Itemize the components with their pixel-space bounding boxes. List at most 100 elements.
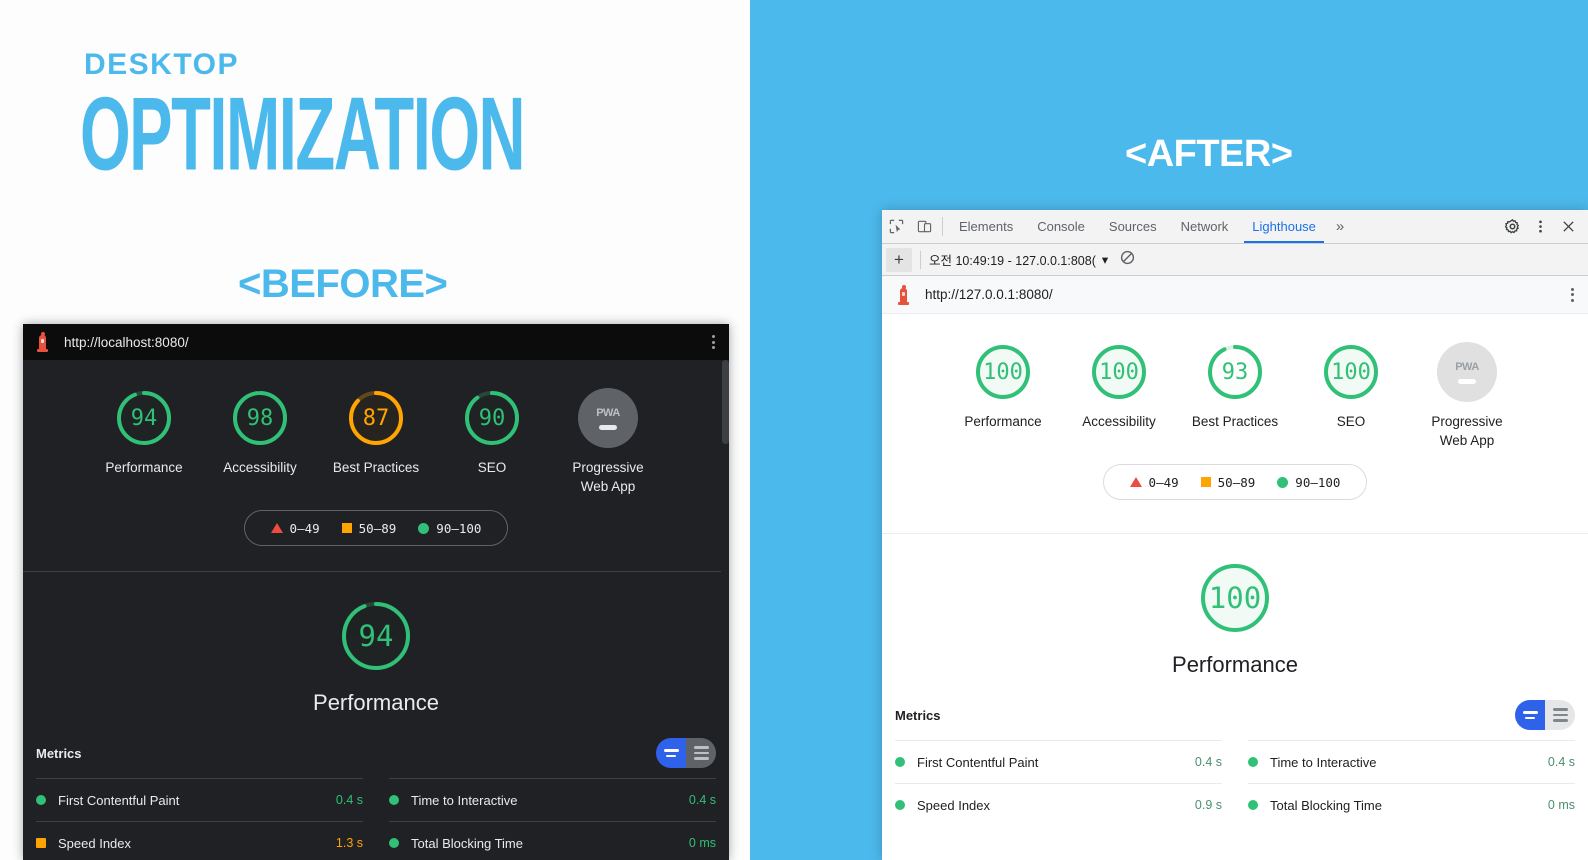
more-options-icon[interactable] [1571,287,1574,302]
status-dot-green [1248,757,1258,767]
list-view-icon[interactable] [686,738,716,768]
gauge-label: Performance [964,414,1042,429]
pwa-dash-icon [599,424,617,430]
gauge-pwa[interactable]: PWA Progressive Web App [562,388,654,496]
score-summary-after: 100 Performance 100 Accessibility 93 Bes… [882,314,1588,534]
status-square-orange [36,838,46,848]
gauge-label: SEO [1336,414,1366,429]
performance-score-value: 100 [1208,581,1262,615]
gauge-seo[interactable]: 100 SEO [1305,342,1397,450]
gear-icon[interactable] [1498,219,1526,234]
gauge-pwa[interactable]: PWA Progressive Web App [1421,342,1513,450]
report-url-bar-before: http://localhost:8080/ [23,324,729,360]
report-url: http://localhost:8080/ [64,334,189,350]
metric-row[interactable]: Time to Interactive 0.4 s [1248,740,1575,783]
metric-value: 0.4 s [335,793,363,807]
tab-elements[interactable]: Elements [947,210,1025,243]
metric-row[interactable]: Speed Index 1.3 s [36,821,363,860]
metric-name: Time to Interactive [1270,754,1377,770]
close-icon[interactable] [1554,219,1582,234]
triangle-icon [1129,477,1142,487]
lighthouse-report-before: http://localhost:8080/ 94 Performance 98… [23,324,729,860]
gauge-value: 87 [362,405,390,431]
score-ring: 94 [114,388,174,448]
legend-range: 50–89 [358,520,397,536]
metric-value: 0.9 s [1194,798,1222,812]
lighthouse-toolbar: + 오전 10:49:19 - 127.0.0.1:808( ▾ [882,244,1588,276]
metric-row[interactable]: First Contentful Paint 0.4 s [36,778,363,821]
status-dot-green [1248,800,1258,810]
report-url-bar-after: http://127.0.0.1:8080/ [882,276,1588,314]
metric-row[interactable]: Total Blocking Time 0 ms [1248,783,1575,826]
more-tabs-icon[interactable]: » [1328,210,1352,243]
pwa-badge: PWA [1437,342,1497,402]
gauge-accessibility[interactable]: 100 Accessibility [1073,342,1165,450]
metrics-title: Metrics [36,745,82,761]
metric-name: First Contentful Paint [58,792,180,808]
gauge-value: 100 [983,359,1023,385]
devtools-tabbar: Elements Console Sources Network Lightho… [882,210,1588,244]
more-options-icon[interactable] [1526,219,1554,234]
metrics-column-left: First Contentful Paint 0.4 s Speed Index… [895,740,1222,826]
circle-icon [418,522,430,534]
new-report-button[interactable]: + [886,247,912,272]
metric-row[interactable]: First Contentful Paint 0.4 s [895,740,1222,783]
device-toolbar-icon[interactable] [910,210,938,243]
scrollbar-track[interactable] [721,360,729,860]
tab-network[interactable]: Network [1169,210,1241,243]
metrics-header-before: Metrics [23,738,729,768]
metrics-view-toggle[interactable] [1515,700,1575,730]
gauge-best-practices[interactable]: 93 Best Practices [1189,342,1281,450]
gauge-label: Accessibility [1082,414,1156,429]
gauge-performance[interactable]: 100 Performance [957,342,1049,450]
legend-range: 90–100 [436,520,482,536]
status-dot-green [895,800,905,810]
gauge-accessibility[interactable]: 98 Accessibility [214,388,306,496]
pwa-dash-icon [1458,378,1476,384]
score-ring: 90 [462,388,522,448]
legend-item-pass: 90–100 [418,521,481,536]
gauge-label: Progressive Web App [572,460,644,494]
more-options-icon[interactable] [712,335,715,349]
report-run-selector[interactable]: 오전 10:49:19 - 127.0.0.1:808( ▾ [929,250,1108,269]
metrics-view-toggle[interactable] [656,738,716,768]
clear-icon[interactable] [1120,250,1135,270]
performance-score-ring: 100 [1197,560,1273,636]
legend-item-fail: 0–49 [1129,474,1179,490]
pwa-badge: PWA [578,388,638,448]
metric-name: Time to Interactive [411,792,518,808]
legend-item-pass: 90–100 [1277,475,1340,490]
triangle-icon [270,523,283,533]
metrics-column-right: Time to Interactive 0.4 s Total Blocking… [389,778,716,860]
pwa-label: PWA [1455,360,1479,373]
metric-name: Total Blocking Time [1270,797,1382,813]
metric-row[interactable]: Total Blocking Time 0 ms [389,821,716,860]
gauge-seo[interactable]: 90 SEO [446,388,538,496]
chevron-down-icon[interactable]: ▾ [1102,252,1108,267]
list-view-icon[interactable] [1545,700,1575,730]
scrollbar-thumb[interactable] [722,360,729,444]
gauge-performance[interactable]: 94 Performance [98,388,190,496]
gauge-label: Progressive Web App [1431,414,1503,448]
lighthouse-icon [896,284,911,305]
gauge-value: 100 [1331,359,1371,385]
inspect-element-icon[interactable] [882,210,910,243]
metric-name: Speed Index [58,835,132,851]
bar-view-icon[interactable] [656,738,686,768]
legend-range: 0–49 [289,520,320,536]
metric-value: 0 ms [1547,798,1575,812]
score-ring: 100 [1321,342,1381,402]
tab-sources[interactable]: Sources [1097,210,1169,243]
status-dot-green [389,795,399,805]
status-dot-green [895,757,905,767]
tab-console[interactable]: Console [1025,210,1097,243]
gauge-value: 93 [1221,359,1249,385]
gauge-best-practices[interactable]: 87 Best Practices [330,388,422,496]
legend-range: 0–49 [1148,474,1179,490]
metric-row[interactable]: Speed Index 0.9 s [895,783,1222,826]
tab-lighthouse[interactable]: Lighthouse [1240,210,1328,243]
metric-row[interactable]: Time to Interactive 0.4 s [389,778,716,821]
metrics-column-right: Time to Interactive 0.4 s Total Blocking… [1248,740,1575,826]
bar-view-icon[interactable] [1515,700,1545,730]
score-gauges: 100 Performance 100 Accessibility 93 Bes… [882,314,1588,450]
